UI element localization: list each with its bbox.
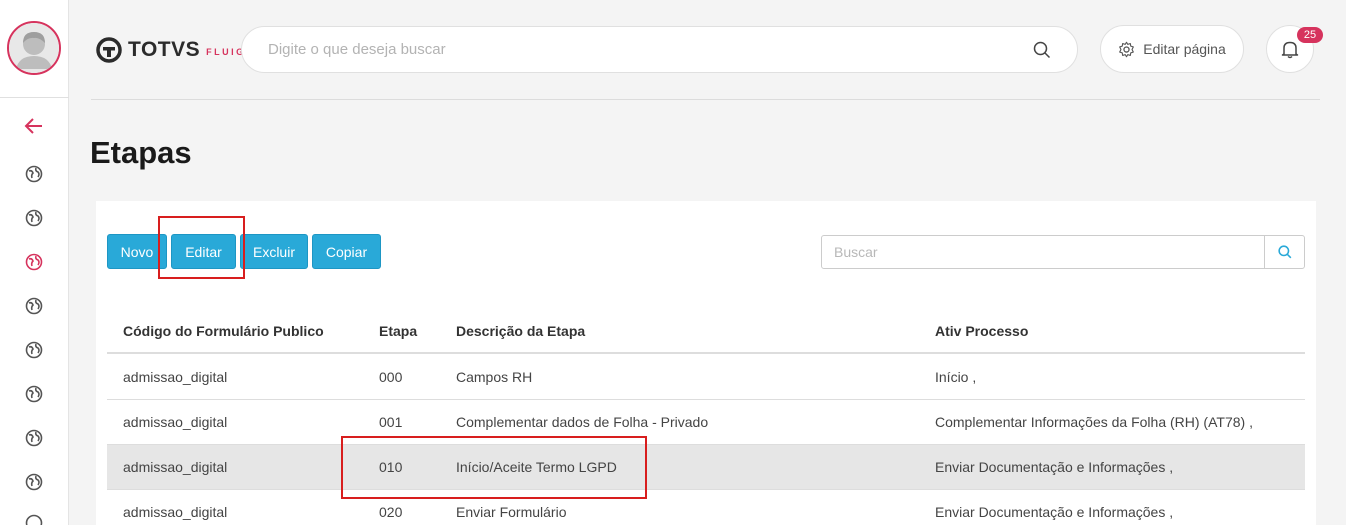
globe-icon[interactable] [24,428,44,448]
gear-icon [1119,41,1135,57]
column-header-descricao[interactable]: Descrição da Etapa [456,309,585,352]
globe-icon[interactable] [24,513,44,525]
cell-ativ: Enviar Documentação e Informações , [935,504,1174,520]
copy-button[interactable]: Copiar [312,234,381,269]
delete-button[interactable]: Excluir [240,234,308,269]
table-row[interactable]: admissao_digital 020 Enviar Formulário E… [107,490,1305,525]
annotation-box-selected-row [341,436,647,499]
annotation-box-edit-button [158,216,245,279]
edit-page-label: Editar página [1143,41,1226,57]
search-icon [1277,245,1291,259]
global-search-bar[interactable] [241,26,1078,73]
globe-icon[interactable] [24,384,44,404]
globe-icon[interactable] [24,208,44,228]
left-rail [0,0,69,525]
brand-name: TOTVS [128,38,201,61]
table-search-input[interactable] [822,236,1264,268]
table-row-selected[interactable]: admissao_digital 010 Início/Aceite Termo… [107,445,1305,490]
edit-page-button[interactable]: Editar página [1100,25,1244,73]
cell-ativ: Enviar Documentação e Informações , [935,459,1174,475]
table-header: Código do Formulário Publico Etapa Descr… [107,309,1305,354]
totvs-fluig-logo[interactable]: TOTVS FLUIG [96,36,246,64]
table-row[interactable]: admissao_digital 000 Campos RH Início , [107,355,1305,400]
search-icon[interactable] [1033,41,1051,59]
avatar-placeholder-icon [9,23,59,73]
bell-icon [1281,41,1299,59]
globe-icon[interactable] [24,472,44,492]
cell-codigo: admissao_digital [123,459,228,475]
page-title: Etapas [90,135,192,170]
table-search[interactable] [821,235,1305,269]
cell-etapa: 000 [379,369,403,385]
user-avatar[interactable] [7,21,61,75]
globe-icon[interactable] [24,164,44,184]
table-search-button[interactable] [1264,236,1304,268]
header-divider [91,99,1320,100]
brand-sub: FLUIG [206,47,246,57]
globe-icon-active[interactable] [24,252,44,272]
cell-ativ: Início , [935,369,977,385]
column-header-ativ[interactable]: Ativ Processo [935,309,1028,352]
globe-icon[interactable] [24,340,44,360]
column-header-etapa[interactable]: Etapa [379,309,417,352]
global-search-input[interactable] [268,41,1033,58]
column-header-codigo[interactable]: Código do Formulário Publico [123,309,324,352]
rail-divider [0,97,69,98]
notification-badge: 25 [1297,27,1323,43]
cell-codigo: admissao_digital [123,414,228,430]
cell-codigo: admissao_digital [123,369,228,385]
cell-ativ: Complementar Informações da Folha (RH) (… [935,414,1253,430]
totvs-logo-icon [96,37,122,63]
back-arrow-icon[interactable] [24,116,44,136]
globe-icon[interactable] [24,296,44,316]
table-row[interactable]: admissao_digital 001 Complementar dados … [107,400,1305,445]
cell-descricao: Campos RH [456,369,533,385]
cell-codigo: admissao_digital [123,504,228,520]
